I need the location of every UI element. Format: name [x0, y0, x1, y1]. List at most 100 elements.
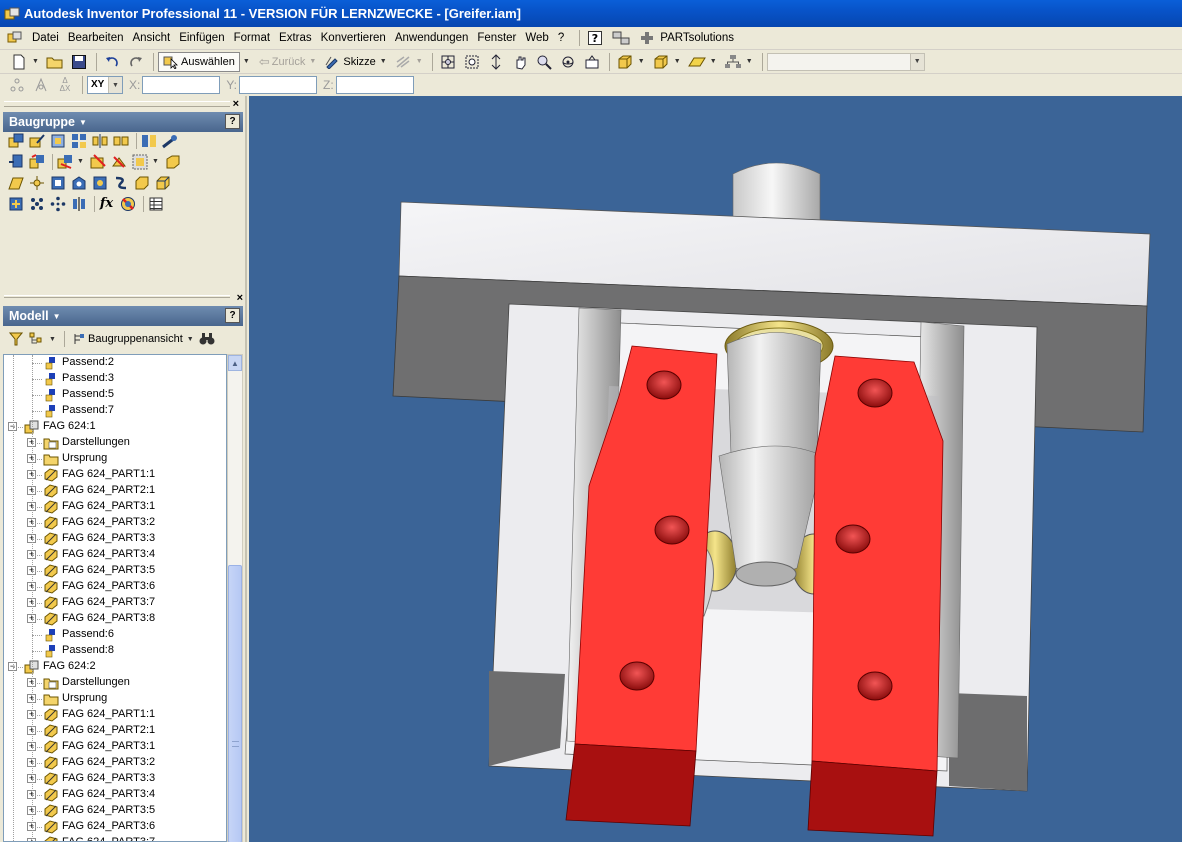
- hatch-dropdown-icon[interactable]: ▼: [416, 58, 424, 65]
- menu-anwendungen[interactable]: Anwendungen: [395, 32, 469, 44]
- redo-icon[interactable]: [125, 52, 147, 72]
- gripper-3d-model[interactable]: [249, 96, 1182, 842]
- zoom-selected-icon[interactable]: [533, 52, 555, 72]
- section-view-icon[interactable]: [89, 153, 106, 170]
- tree-item[interactable]: + FAG 624_PART3:7: [4, 835, 226, 841]
- tree-options-icon[interactable]: [28, 331, 45, 348]
- hierarchy-dropdown-icon[interactable]: ▼: [746, 58, 754, 65]
- shell-icon[interactable]: [49, 174, 66, 191]
- binoculars-icon[interactable]: [199, 331, 216, 348]
- tree-item[interactable]: + FAG 624_PART3:1: [4, 739, 226, 755]
- open-folder-icon[interactable]: [44, 52, 66, 72]
- tree-item[interactable]: − FAG 624:2: [4, 659, 226, 675]
- place-component-icon[interactable]: [7, 132, 24, 149]
- tree-item[interactable]: + FAG 624_PART2:1: [4, 723, 226, 739]
- constraint-icon[interactable]: [140, 132, 157, 149]
- mirror-component-icon[interactable]: [91, 132, 108, 149]
- chevron-down-icon[interactable]: ▼: [108, 77, 122, 93]
- menu-bearbeiten[interactable]: Bearbeiten: [68, 32, 124, 44]
- sketch-button[interactable]: Skizze: [321, 52, 379, 72]
- tree-scrollbar[interactable]: ▲: [227, 354, 243, 842]
- relative-icon[interactable]: [30, 75, 52, 95]
- section-dropdown-icon[interactable]: ▼: [152, 158, 160, 165]
- tree-item[interactable]: + FAG 624_PART3:8: [4, 611, 226, 627]
- display-mode-icon[interactable]: [614, 52, 636, 72]
- assembly-panel-header[interactable]: Baugruppe ▼ ?: [3, 112, 243, 132]
- menu-web[interactable]: Web: [525, 32, 548, 44]
- document-menu-icon[interactable]: [6, 29, 24, 47]
- new-file-icon[interactable]: [8, 52, 30, 72]
- adaptivity-icon[interactable]: [164, 153, 181, 170]
- z-coordinate-input[interactable]: [335, 76, 414, 94]
- tree-item[interactable]: + Ursprung: [4, 451, 226, 467]
- panel-grip[interactable]: [4, 101, 230, 107]
- tree-item[interactable]: + Darstellungen: [4, 435, 226, 451]
- pattern-component-icon[interactable]: [70, 132, 87, 149]
- tree-item[interactable]: + FAG 624_PART3:3: [4, 771, 226, 787]
- replace-dropdown-icon[interactable]: ▼: [77, 158, 85, 165]
- work-plane-icon[interactable]: [7, 174, 24, 191]
- tree-item[interactable]: + FAG 624_PART1:1: [4, 467, 226, 483]
- menu-ansicht[interactable]: Ansicht: [132, 32, 170, 44]
- plus-icon[interactable]: [638, 29, 656, 47]
- delta-xy-icon[interactable]: Δ ΔX: [54, 75, 76, 95]
- zoom-icon[interactable]: [485, 52, 507, 72]
- model-tree[interactable]: Passend:2 Passend:3 Passend:5 Passend:7 − FAG…: [3, 354, 227, 842]
- tree-item[interactable]: + FAG 624_PART3:5: [4, 803, 226, 819]
- pan-icon[interactable]: [509, 52, 531, 72]
- hatch-icon[interactable]: [392, 52, 414, 72]
- plane-icon[interactable]: [686, 52, 708, 72]
- tree-item[interactable]: + FAG 624_PART3:1: [4, 499, 226, 515]
- back-dropdown-icon[interactable]: ▼: [309, 58, 317, 65]
- tree-options-dropdown-icon[interactable]: ▼: [49, 336, 57, 343]
- bill-of-materials-icon[interactable]: [7, 195, 24, 212]
- mirror-feature-icon[interactable]: [70, 195, 87, 212]
- select-dropdown-icon[interactable]: ▼: [243, 58, 251, 65]
- section-options-icon[interactable]: [131, 153, 148, 170]
- sketch-dropdown-icon[interactable]: ▼: [380, 58, 388, 65]
- tree-item[interactable]: + Darstellungen: [4, 675, 226, 691]
- circular-pattern-icon[interactable]: [49, 195, 66, 212]
- tree-item[interactable]: + FAG 624_PART3:4: [4, 547, 226, 563]
- tree-item[interactable]: + FAG 624_PART1:1: [4, 707, 226, 723]
- tree-item[interactable]: Passend:6: [4, 627, 226, 643]
- menu-help[interactable]: ?: [558, 32, 564, 44]
- tree-item[interactable]: + FAG 624_PART3:6: [4, 579, 226, 595]
- tree-item[interactable]: + Ursprung: [4, 691, 226, 707]
- help-topics-icon[interactable]: ?: [586, 29, 604, 47]
- sweep-icon[interactable]: [112, 174, 129, 191]
- replace-component-icon[interactable]: [56, 153, 73, 170]
- back-button[interactable]: ⇦ Zurück: [255, 52, 310, 72]
- menu-format[interactable]: Format: [234, 32, 270, 44]
- table-icon[interactable]: [147, 195, 164, 212]
- tree-item[interactable]: + FAG 624_PART3:2: [4, 755, 226, 771]
- work-point-icon[interactable]: [28, 174, 45, 191]
- menu-konvertieren[interactable]: Konvertieren: [321, 32, 386, 44]
- revolve-icon[interactable]: [154, 174, 171, 191]
- menu-datei[interactable]: Datei: [32, 32, 59, 44]
- menu-extras[interactable]: Extras: [279, 32, 312, 44]
- close-icon[interactable]: ×: [233, 98, 239, 110]
- rectangular-pattern-icon[interactable]: [28, 195, 45, 212]
- tree-item[interactable]: + FAG 624_PART2:1: [4, 483, 226, 499]
- hole-icon[interactable]: [70, 174, 87, 191]
- tree-item[interactable]: Passend:3: [4, 371, 226, 387]
- tree-item[interactable]: + FAG 624_PART3:7: [4, 595, 226, 611]
- parameters-fx-icon[interactable]: fx: [98, 195, 115, 212]
- tree-item[interactable]: Passend:7: [4, 403, 226, 419]
- menu-fenster[interactable]: Fenster: [477, 32, 516, 44]
- tree-item[interactable]: Passend:8: [4, 643, 226, 659]
- title-bar[interactable]: Autodesk Inventor Professional 11 - VERS…: [0, 0, 1182, 27]
- tree-item[interactable]: + FAG 624_PART3:4: [4, 787, 226, 803]
- menu-partsolutions[interactable]: PARTsolutions: [660, 32, 734, 44]
- display-mode-dropdown-icon[interactable]: ▼: [638, 58, 646, 65]
- zoom-all-icon[interactable]: [437, 52, 459, 72]
- tree-item[interactable]: Passend:5: [4, 387, 226, 403]
- tree-item[interactable]: + FAG 624_PART3:2: [4, 515, 226, 531]
- plane-combobox[interactable]: XY ▼: [87, 76, 123, 94]
- flip-icon[interactable]: [110, 153, 127, 170]
- place-content-center-icon[interactable]: [49, 132, 66, 149]
- hierarchy-icon[interactable]: [722, 52, 744, 72]
- analyze-interference-icon[interactable]: [119, 195, 136, 212]
- assembly-view-dropdown-icon[interactable]: ▼: [187, 336, 195, 343]
